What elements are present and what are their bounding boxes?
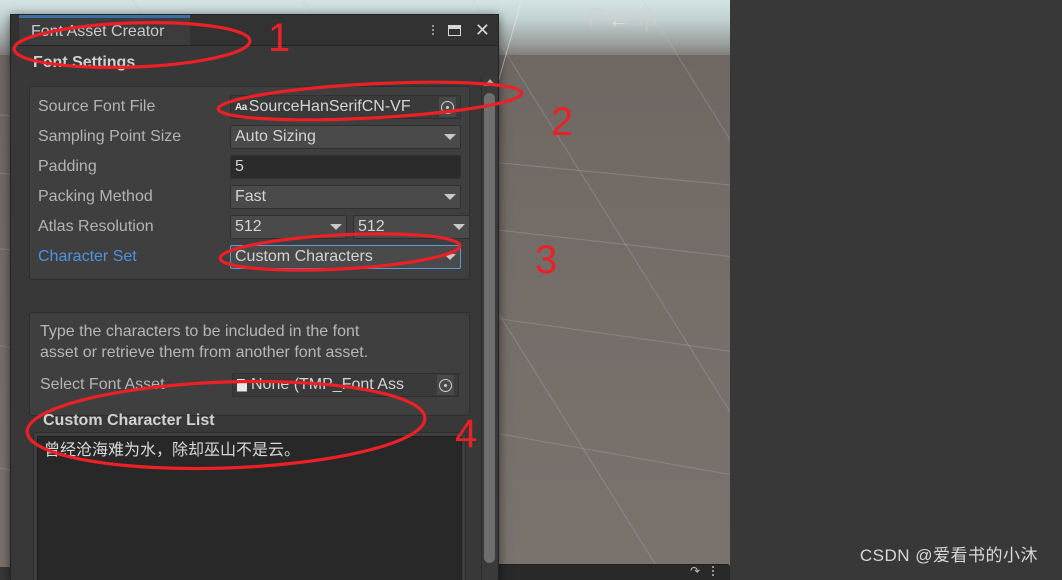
label-sampling-point-size: Sampling Point Size <box>38 128 182 145</box>
value-padding: 5 <box>235 158 244 175</box>
value-sampling-point-size: Auto Sizing <box>235 128 316 145</box>
window-body: Font Settings Source Font File Aa Source… <box>11 46 498 580</box>
value-packing-method: Fast <box>235 188 267 205</box>
value-select-font-asset: None (TMP_Font Ass <box>251 376 404 393</box>
scroll-up-arrow-icon[interactable] <box>483 79 496 86</box>
label-packing-method: Packing Method <box>38 188 153 205</box>
value-character-set: Custom Characters <box>235 248 373 265</box>
annotation-number-4: 4 <box>455 412 478 456</box>
aa-font-icon: Aa <box>235 101 247 113</box>
charset-help-line-1: Type the characters to be included in th… <box>40 323 360 340</box>
input-padding[interactable]: 5 <box>230 155 461 179</box>
window-maximize-icon[interactable] <box>447 24 461 36</box>
custom-character-list-heading: Custom Character List <box>43 412 215 429</box>
tab-label: Font Asset Creator <box>31 22 165 40</box>
row-source-font-file: Source Font File Aa SourceHanSerifCN-VF <box>38 93 461 121</box>
row-character-set: Character Set Custom Characters <box>38 243 461 271</box>
document-icon <box>237 378 247 392</box>
chevron-down-icon <box>444 194 456 200</box>
value-source-font-file: SourceHanSerifCN-VF <box>248 98 411 115</box>
font-settings-box: Source Font File Aa SourceHanSerifCN-VF … <box>29 86 470 280</box>
dropdown-atlas-width[interactable]: 512 <box>230 215 347 239</box>
row-select-font-asset: Select Font Asset None (TMP_Font Ass <box>40 373 459 397</box>
window-close-icon[interactable]: ✕ <box>475 21 490 39</box>
chevron-down-icon <box>330 224 342 230</box>
label-select-font-asset: Select Font Asset <box>40 376 165 393</box>
row-padding: Padding 5 <box>38 153 461 181</box>
row-packing-method: Packing Method Fast <box>38 183 461 211</box>
persp-label: Persp <box>588 2 659 32</box>
custom-character-list-textarea[interactable]: 曾经沧海难为水，除却巫山不是云。 <box>37 436 462 580</box>
font-settings-heading: Font Settings <box>33 54 136 71</box>
window-menu-icon[interactable] <box>431 25 434 35</box>
dropdown-character-set[interactable]: Custom Characters <box>230 245 461 269</box>
dropdown-atlas-height[interactable]: 512 <box>353 215 470 239</box>
chevron-down-icon <box>453 224 465 230</box>
window-controls: ✕ <box>431 15 490 45</box>
object-picker-icon[interactable] <box>439 97 456 117</box>
right-gutter <box>730 0 1062 580</box>
label-character-set: Character Set <box>38 248 137 265</box>
row-sampling-point-size: Sampling Point Size Auto Sizing <box>38 123 461 151</box>
row-atlas-resolution: Atlas Resolution 512 512 <box>38 213 470 241</box>
field-source-font-file[interactable]: Aa SourceHanSerifCN-VF <box>230 95 461 119</box>
annotation-number-1: 1 <box>268 16 291 60</box>
label-source-font-file: Source Font File <box>38 98 156 115</box>
annotation-number-2: 2 <box>551 100 574 144</box>
scrollbar-thumb[interactable] <box>484 93 495 563</box>
charset-help-line-2: asset or retrieve them from another font… <box>40 344 369 361</box>
window-titlebar: Font Asset Creator ✕ <box>11 15 498 46</box>
csdn-watermark: CSDN @爱看书的小沐 <box>859 546 1038 565</box>
screenshot-root: ← Persp ↷ Font Asset Creator ✕ Font Sett… <box>0 0 1062 580</box>
kebab-menu-icon[interactable] <box>712 566 714 576</box>
value-atlas-width: 512 <box>235 218 262 235</box>
annotation-number-3: 3 <box>535 238 558 282</box>
tab-font-asset-creator[interactable]: Font Asset Creator <box>19 15 191 45</box>
field-select-font-asset[interactable]: None (TMP_Font Ass <box>232 373 459 397</box>
font-asset-creator-window: Font Asset Creator ✕ Font Settings Sourc… <box>10 14 499 580</box>
object-picker-icon[interactable] <box>437 375 454 395</box>
dropdown-sampling-point-size[interactable]: Auto Sizing <box>230 125 461 149</box>
label-padding: Padding <box>38 158 97 175</box>
scene-bottom-icon-group: ↷ <box>690 565 714 577</box>
grid-line <box>639 0 730 567</box>
chevron-down-icon <box>444 134 456 140</box>
dropdown-packing-method[interactable]: Fast <box>230 185 461 209</box>
window-scrollbar[interactable] <box>481 77 497 580</box>
value-atlas-height: 512 <box>358 218 385 235</box>
grid-line <box>469 0 730 567</box>
chevron-down-icon <box>444 254 456 260</box>
custom-character-list-wrap: 曾经沧海难为水，除却巫山不是云。 <box>33 432 466 580</box>
rotate-icon[interactable]: ↷ <box>690 565 700 577</box>
character-set-box: Type the characters to be included in th… <box>29 312 470 416</box>
label-atlas-resolution: Atlas Resolution <box>38 218 154 235</box>
